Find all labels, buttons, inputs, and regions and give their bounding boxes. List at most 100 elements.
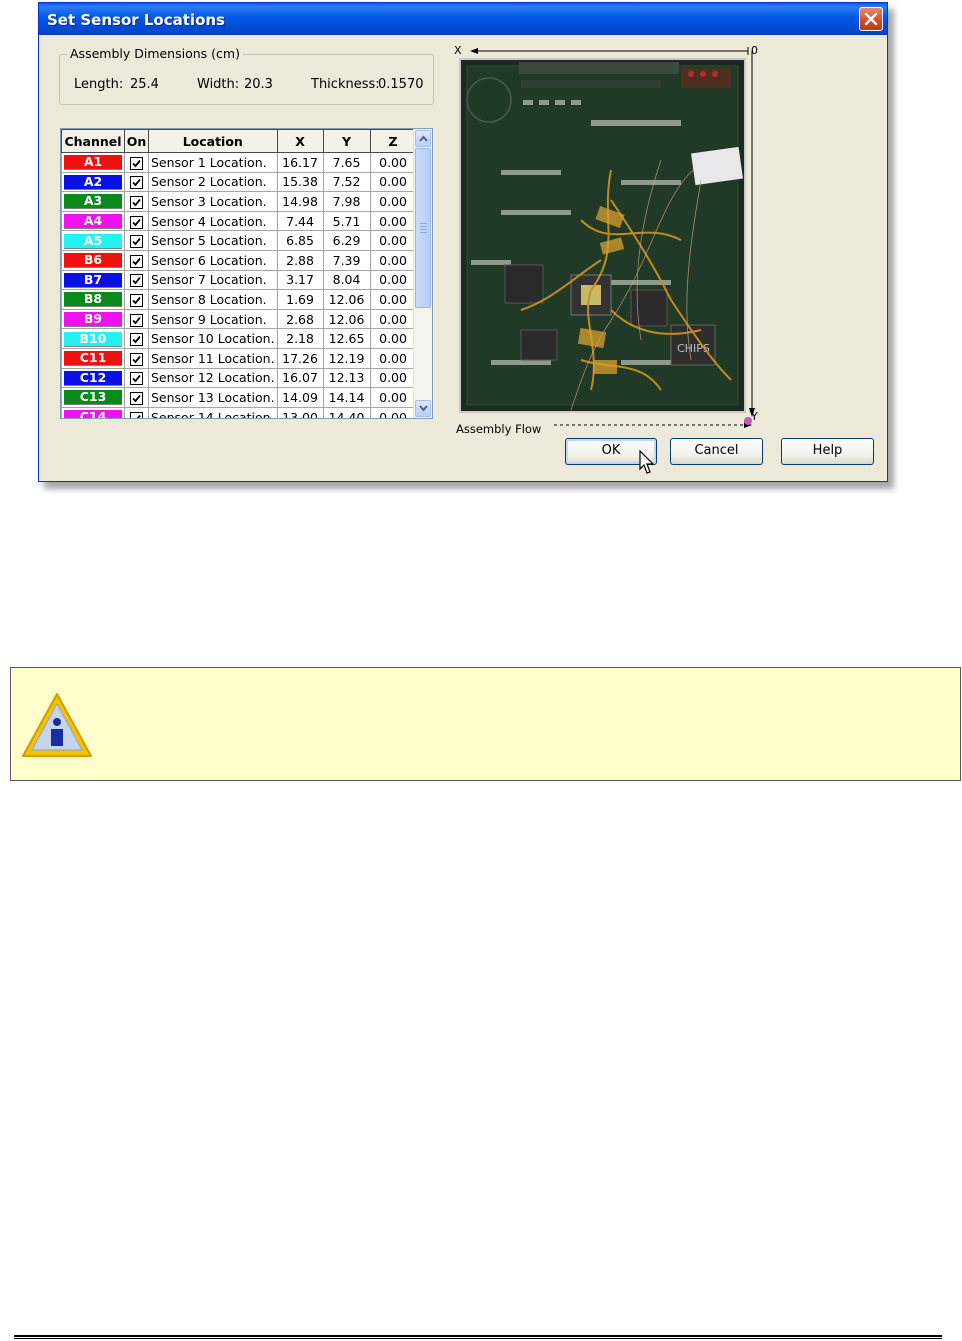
z-cell[interactable]: 0.00 xyxy=(369,191,417,212)
channel-cell[interactable]: C12 xyxy=(61,367,125,389)
on-checkbox[interactable] xyxy=(130,333,143,347)
channel-cell[interactable]: C14 xyxy=(61,406,125,418)
x-cell[interactable]: 16.07 xyxy=(276,367,324,389)
table-row[interactable]: A2 Sensor 2 Location. 15.38 7.52 0.00 xyxy=(61,171,417,193)
on-checkbox[interactable] xyxy=(130,195,143,209)
x-cell[interactable]: 13.00 xyxy=(276,406,324,418)
on-checkbox[interactable] xyxy=(130,156,143,170)
scroll-thumb[interactable] xyxy=(415,148,431,308)
table-row[interactable]: A3 Sensor 3 Location. 14.98 7.98 0.00 xyxy=(61,191,417,212)
on-cell[interactable] xyxy=(124,152,149,173)
on-checkbox[interactable] xyxy=(130,352,143,366)
y-cell[interactable]: 12.13 xyxy=(322,367,371,389)
location-cell[interactable]: Sensor 2 Location. xyxy=(148,171,278,193)
table-row[interactable]: A4 Sensor 4 Location. 7.44 5.71 0.00 xyxy=(61,210,417,232)
on-cell[interactable] xyxy=(124,269,149,291)
channel-cell[interactable]: B9 xyxy=(61,308,125,330)
x-cell[interactable]: 17.26 xyxy=(276,347,324,369)
channel-cell[interactable]: A3 xyxy=(61,191,125,212)
table-row[interactable]: C14 Sensor 14 Location. 13.00 14.40 0.00 xyxy=(61,406,417,418)
z-cell[interactable]: 0.00 xyxy=(369,249,417,271)
table-row[interactable]: B9 Sensor 9 Location. 2.68 12.06 0.00 xyxy=(61,308,417,330)
table-row[interactable]: B7 Sensor 7 Location. 3.17 8.04 0.00 xyxy=(61,269,417,291)
on-checkbox[interactable] xyxy=(130,372,143,386)
table-row[interactable]: C13 Sensor 13 Location. 14.09 14.14 0.00 xyxy=(61,387,417,408)
location-cell[interactable]: Sensor 8 Location. xyxy=(148,289,278,310)
y-cell[interactable]: 7.52 xyxy=(322,171,371,193)
on-cell[interactable] xyxy=(124,308,149,330)
on-checkbox[interactable] xyxy=(130,176,143,190)
column-header-z[interactable]: Z xyxy=(369,129,417,153)
on-cell[interactable] xyxy=(124,347,149,369)
column-header-x[interactable]: X xyxy=(276,129,324,153)
y-cell[interactable]: 14.40 xyxy=(322,406,371,418)
x-cell[interactable]: 2.88 xyxy=(276,249,324,271)
x-cell[interactable]: 14.09 xyxy=(276,387,324,408)
y-cell[interactable]: 12.65 xyxy=(322,328,371,349)
on-cell[interactable] xyxy=(124,230,149,251)
on-checkbox[interactable] xyxy=(130,215,143,229)
cancel-button[interactable]: Cancel xyxy=(670,438,763,465)
on-checkbox[interactable] xyxy=(130,313,143,327)
close-button[interactable] xyxy=(859,7,883,31)
location-cell[interactable]: Sensor 10 Location. xyxy=(148,328,278,349)
on-cell[interactable] xyxy=(124,210,149,232)
x-cell[interactable]: 14.98 xyxy=(276,191,324,212)
on-cell[interactable] xyxy=(124,406,149,418)
location-cell[interactable]: Sensor 6 Location. xyxy=(148,249,278,271)
scroll-up-button[interactable] xyxy=(415,130,431,147)
on-checkbox[interactable] xyxy=(130,293,143,307)
x-cell[interactable]: 3.17 xyxy=(276,269,324,291)
on-checkbox[interactable] xyxy=(130,274,143,288)
on-cell[interactable] xyxy=(124,328,149,349)
x-cell[interactable]: 1.69 xyxy=(276,289,324,310)
on-checkbox[interactable] xyxy=(130,254,143,268)
channel-cell[interactable]: A1 xyxy=(61,152,125,173)
z-cell[interactable]: 0.00 xyxy=(369,230,417,251)
on-checkbox[interactable] xyxy=(130,235,143,249)
channel-cell[interactable]: A5 xyxy=(61,230,125,251)
location-cell[interactable]: Sensor 3 Location. xyxy=(148,191,278,212)
z-cell[interactable]: 0.00 xyxy=(369,328,417,349)
y-cell[interactable]: 7.65 xyxy=(322,152,371,173)
z-cell[interactable]: 0.00 xyxy=(369,152,417,173)
z-cell[interactable]: 0.00 xyxy=(369,171,417,193)
y-cell[interactable]: 6.29 xyxy=(322,230,371,251)
z-cell[interactable]: 0.00 xyxy=(369,210,417,232)
channel-cell[interactable]: B10 xyxy=(61,328,125,349)
y-cell[interactable]: 7.39 xyxy=(322,249,371,271)
channel-cell[interactable]: B6 xyxy=(61,249,125,271)
x-cell[interactable]: 2.18 xyxy=(276,328,324,349)
y-cell[interactable]: 12.19 xyxy=(322,347,371,369)
z-cell[interactable]: 0.00 xyxy=(369,347,417,369)
table-row[interactable]: B8 Sensor 8 Location. 1.69 12.06 0.00 xyxy=(61,289,417,310)
z-cell[interactable]: 0.00 xyxy=(369,367,417,389)
column-header-channel[interactable]: Channel xyxy=(61,129,125,153)
z-cell[interactable]: 0.00 xyxy=(369,269,417,291)
column-header-y[interactable]: Y xyxy=(322,129,371,153)
on-cell[interactable] xyxy=(124,387,149,408)
on-checkbox[interactable] xyxy=(130,391,143,405)
location-cell[interactable]: Sensor 11 Location. xyxy=(148,347,278,369)
title-bar[interactable]: Set Sensor Locations xyxy=(39,3,887,35)
x-cell[interactable]: 16.17 xyxy=(276,152,324,173)
channel-cell[interactable]: C13 xyxy=(61,387,125,408)
channel-cell[interactable]: A4 xyxy=(61,210,125,232)
sensor-location-grid[interactable]: Channel On Location X Y Z A1 Sensor 1 Loc… xyxy=(60,128,433,419)
x-cell[interactable]: 15.38 xyxy=(276,171,324,193)
grid-vertical-scrollbar[interactable] xyxy=(413,129,432,418)
x-cell[interactable]: 2.68 xyxy=(276,308,324,330)
z-cell[interactable]: 0.00 xyxy=(369,406,417,418)
y-cell[interactable]: 5.71 xyxy=(322,210,371,232)
on-cell[interactable] xyxy=(124,367,149,389)
location-cell[interactable]: Sensor 7 Location. xyxy=(148,269,278,291)
location-cell[interactable]: Sensor 5 Location. xyxy=(148,230,278,251)
help-button[interactable]: Help xyxy=(781,438,874,465)
table-row[interactable]: B6 Sensor 6 Location. 2.88 7.39 0.00 xyxy=(61,249,417,271)
y-cell[interactable]: 12.06 xyxy=(322,308,371,330)
location-cell[interactable]: Sensor 9 Location. xyxy=(148,308,278,330)
location-cell[interactable]: Sensor 4 Location. xyxy=(148,210,278,232)
column-header-on[interactable]: On xyxy=(124,129,149,153)
z-cell[interactable]: 0.00 xyxy=(369,308,417,330)
location-cell[interactable]: Sensor 14 Location. xyxy=(148,406,278,418)
